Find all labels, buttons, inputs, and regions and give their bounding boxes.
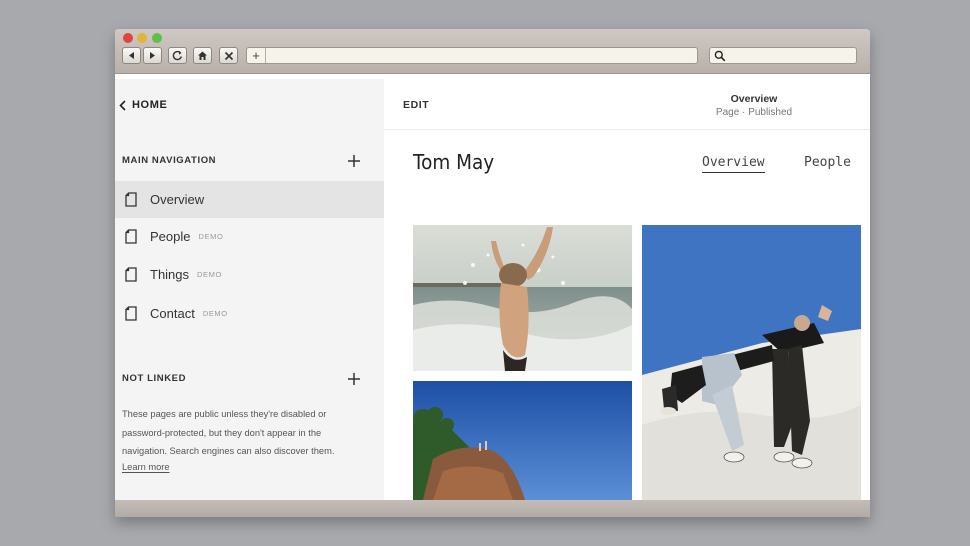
search-field[interactable] bbox=[709, 47, 857, 64]
back-button[interactable] bbox=[122, 47, 141, 64]
page-icon bbox=[125, 306, 137, 321]
page-icon bbox=[125, 192, 137, 207]
sidebar-item-contact[interactable]: Contact DEMO bbox=[115, 295, 384, 332]
close-window-button[interactable] bbox=[123, 33, 133, 43]
sidebar-item-label: Contact bbox=[150, 306, 195, 321]
home-label: HOME bbox=[132, 99, 168, 111]
add-bookmark-button[interactable]: + bbox=[247, 48, 266, 63]
header-divider bbox=[384, 129, 870, 130]
chevron-left-icon bbox=[119, 99, 126, 111]
back-icon bbox=[129, 52, 134, 59]
demo-badge: DEMO bbox=[197, 270, 222, 279]
learn-more-link[interactable]: Learn more bbox=[122, 462, 170, 472]
demo-badge: DEMO bbox=[202, 309, 228, 318]
address-bar[interactable]: + bbox=[246, 47, 698, 64]
forward-icon bbox=[150, 52, 155, 59]
page-status: Page · Published bbox=[715, 107, 793, 118]
wall-photo[interactable] bbox=[642, 225, 861, 500]
not-linked-heading: NOT LINKED bbox=[122, 373, 187, 384]
reload-icon bbox=[172, 50, 182, 61]
home-icon bbox=[198, 51, 207, 60]
browser-toolbar: + bbox=[115, 29, 870, 74]
site-tab-overview[interactable]: Overview bbox=[702, 155, 765, 173]
minimize-window-button[interactable] bbox=[137, 33, 147, 43]
page-title: Overview bbox=[730, 93, 778, 105]
window-status-bar bbox=[115, 500, 870, 517]
sidebar: HOME MAIN NAVIGATION Overview People DEM… bbox=[115, 79, 384, 500]
sidebar-item-people[interactable]: People DEMO bbox=[115, 218, 384, 255]
home-button[interactable] bbox=[193, 47, 212, 64]
page-preview: EDIT Overview Page · Published Tom May O… bbox=[384, 79, 870, 500]
forward-button[interactable] bbox=[143, 47, 162, 64]
main-navigation-heading: MAIN NAVIGATION bbox=[122, 155, 217, 166]
sidebar-item-label: People bbox=[150, 229, 191, 244]
search-icon bbox=[714, 50, 726, 62]
sidebar-item-label: Things bbox=[150, 267, 190, 282]
browser-window: + HOME MAIN NAVIGATION Overview People D… bbox=[115, 29, 870, 517]
stop-icon bbox=[224, 51, 233, 60]
maximize-window-button[interactable] bbox=[152, 33, 162, 43]
sidebar-item-label: Overview bbox=[150, 192, 205, 207]
not-linked-description: These pages are public unless they're di… bbox=[122, 409, 335, 456]
stop-button[interactable] bbox=[219, 47, 238, 64]
edit-button[interactable]: EDIT bbox=[403, 99, 429, 111]
reload-button[interactable] bbox=[168, 47, 187, 64]
sidebar-item-things[interactable]: Things DEMO bbox=[115, 256, 384, 293]
home-link[interactable]: HOME bbox=[119, 99, 167, 111]
page-icon bbox=[125, 229, 137, 244]
demo-badge: DEMO bbox=[198, 232, 224, 241]
sidebar-item-overview[interactable]: Overview bbox=[115, 181, 384, 218]
add-page-icon[interactable] bbox=[347, 154, 361, 168]
site-title[interactable]: Tom May bbox=[413, 150, 494, 174]
beach-photo[interactable] bbox=[413, 225, 632, 371]
page-icon bbox=[125, 267, 137, 282]
cliff-photo[interactable] bbox=[413, 381, 632, 500]
add-unlinked-page-icon[interactable] bbox=[347, 372, 361, 386]
site-tab-people[interactable]: People bbox=[804, 155, 851, 170]
